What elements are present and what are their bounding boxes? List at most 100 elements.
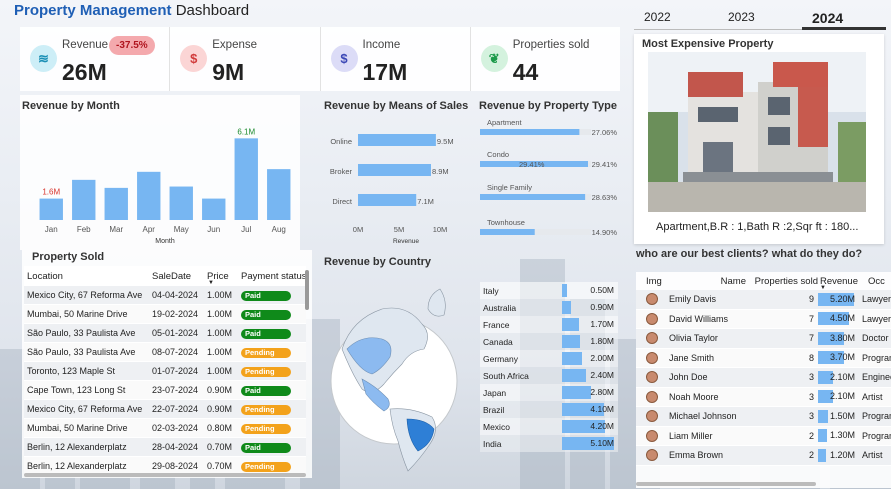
country-row[interactable]: India 5.10M — [480, 435, 618, 452]
cell-properties-sold: 2 — [808, 430, 814, 441]
cell-name: David Williams — [669, 313, 729, 324]
most-expensive-property-card[interactable]: Most Expensive Property Apartment,B.R : … — [634, 34, 884, 244]
year-2022-button[interactable]: 2022 — [634, 8, 718, 30]
means-category-label: Online — [330, 137, 352, 146]
table-row[interactable]: Michael Johnson 3 1.50M Programmer — [636, 407, 891, 427]
cell-payment-status: Paid — [241, 385, 305, 396]
country-row[interactable]: Canada 1.80M — [480, 333, 618, 350]
expense-icon: $ — [180, 45, 208, 72]
country-row[interactable]: Japan 2.80M — [480, 384, 618, 401]
cell-img — [636, 429, 669, 442]
cell-payment-status: Pending — [241, 347, 305, 358]
table-row[interactable]: Cape Town, 123 Long St 23-07-2024 0.90M Pai… — [24, 381, 306, 400]
table-row[interactable]: Noah Moore 3 2.10M Artist — [636, 387, 891, 407]
table-row[interactable]: Mexico City, 67 Reforma Ave 04-04-2024 1.0… — [24, 286, 306, 305]
col-payment-status[interactable]: Payment status — [241, 271, 305, 282]
properties-icon: ❦ — [480, 45, 508, 72]
country-row[interactable]: Mexico 4.20M — [480, 418, 618, 435]
cell-revenue-label: 1.20M — [829, 449, 855, 460]
col-price[interactable]: Price ▼ — [207, 271, 241, 286]
revenue-databar — [818, 448, 827, 462]
col-occupation[interactable]: Occ — [858, 276, 891, 287]
month-bar — [104, 187, 128, 220]
country-bar — [562, 318, 580, 331]
avatar — [646, 410, 658, 423]
property-sold-title: Property Sold — [32, 251, 105, 263]
kpi-expense[interactable]: $ Expense 9M — [170, 27, 321, 91]
avatar — [646, 293, 658, 306]
kpi-properties-sold[interactable]: ❦ Properties sold 44 — [471, 27, 620, 91]
cell-revenue-label: 4.50M — [829, 313, 855, 324]
country-row[interactable]: Brazil 4.10M — [480, 401, 618, 418]
table-row[interactable]: Jane Smith 8 3.70M Programmer — [636, 348, 891, 368]
country-row[interactable]: South Africa 2.40M — [480, 367, 618, 384]
cell-location: Toronto, 123 Maple St — [27, 366, 116, 376]
property-sold-hscrollbar[interactable] — [24, 473, 306, 477]
status-badge: Pending — [241, 347, 291, 358]
status-badge: Pending — [241, 461, 291, 472]
cell-price: 1.00M — [207, 309, 233, 319]
type-category-label: Single Family — [487, 183, 532, 192]
country-bar-list: Italy 0.50M Australia 0.90M France 1.70M Canad… — [480, 282, 618, 452]
table-row[interactable]: Mexico City, 67 Reforma Ave 22-07-2024 0.9… — [24, 400, 306, 419]
month-data-label: 6.1M — [237, 127, 255, 136]
cell-properties-sold: 3 — [808, 411, 814, 422]
country-value-label: 4.20M — [590, 421, 614, 431]
means-data-label: 9.5M — [437, 137, 454, 146]
means-category-label: Direct — [332, 197, 353, 206]
month-tick-label: Apr — [143, 225, 156, 234]
type-data-label: 14.90% — [592, 228, 618, 237]
col-name[interactable]: Name — [669, 276, 746, 287]
month-tick-label: May — [174, 225, 189, 234]
col-properties-sold[interactable]: Properties sold — [746, 276, 818, 287]
cell-location: São Paulo, 33 Paulista Ave — [27, 328, 136, 338]
kpi-revenue[interactable]: ≋ Revenue -37.5% 26M — [20, 27, 171, 91]
table-row[interactable]: David Williams 7 4.50M Lawyer — [636, 309, 891, 329]
table-row[interactable]: São Paulo, 33 Paulista Ave 08-07-2024 1.00… — [24, 343, 306, 362]
col-revenue[interactable]: Revenue ▼ — [818, 276, 858, 291]
country-row[interactable]: Italy 0.50M — [480, 282, 618, 299]
country-row[interactable]: Australia 0.90M — [480, 299, 618, 316]
kpi-properties-label: Properties sold — [512, 39, 590, 51]
col-location[interactable]: Location — [24, 271, 152, 282]
country-row[interactable]: Germany 2.00M — [480, 350, 618, 367]
col-img[interactable]: Img — [636, 276, 669, 287]
kpi-expense-value: 9M — [212, 59, 245, 85]
table-row[interactable]: São Paulo, 33 Paulista Ave 05-01-2024 1.00… — [24, 324, 306, 343]
table-row[interactable]: Emily Davis 9 5.20M Lawyer — [636, 290, 891, 310]
globe-map — [330, 288, 458, 472]
table-row[interactable]: Emma Brown 2 1.20M Artist — [636, 446, 891, 466]
country-bar — [562, 335, 581, 348]
cell-properties-sold: 7 — [808, 333, 814, 344]
table-row[interactable]: Mumbai, 50 Marine Drive 02-03-2024 0.80M Pe… — [24, 419, 306, 438]
revenue-databar — [818, 409, 829, 423]
table-row[interactable]: Toronto, 123 Maple St 01-07-2024 1.00M Pend… — [24, 362, 306, 381]
type-category-label: Apartment — [487, 118, 523, 127]
country-bar-cell: 1.70M — [562, 316, 616, 333]
country-name: India — [483, 438, 502, 449]
country-value-label: 2.80M — [590, 387, 614, 397]
cell-payment-status: Paid — [241, 290, 305, 301]
property-sold-scrollbar[interactable] — [305, 270, 309, 310]
table-row[interactable]: Berlin, 12 Alexanderplatz 28-04-2024 0.70M… — [24, 438, 306, 457]
country-row[interactable]: France 1.70M — [480, 316, 618, 333]
table-row[interactable]: Liam Miller 2 1.30M Programmer — [636, 426, 891, 446]
best-clients-hscrollbar[interactable] — [636, 482, 816, 486]
year-2023-button[interactable]: 2023 — [718, 8, 802, 30]
status-badge: Paid — [241, 328, 291, 339]
country-bar-cell: 0.90M — [562, 299, 616, 316]
col-saledate[interactable]: SaleDate — [152, 271, 207, 282]
country-bar — [562, 284, 568, 297]
means-data-label: 7.1M — [417, 197, 434, 206]
table-row[interactable]: Mumbai, 50 Marine Drive 19-02-2024 1.00M Pa… — [24, 305, 306, 324]
table-row[interactable]: John Doe 3 2.10M Engineer — [636, 368, 891, 388]
country-value-label: 5.10M — [590, 438, 614, 448]
revenue-by-country-title: Revenue by Country — [324, 256, 431, 268]
year-2024-button[interactable]: 2024 — [802, 8, 886, 30]
month-tick-label: Jan — [45, 225, 58, 234]
cell-revenue: 5.20M — [818, 290, 858, 309]
kpi-income[interactable]: $ Income 17M — [321, 27, 471, 91]
table-row[interactable]: Olivia Taylor 7 3.80M Doctor — [636, 329, 891, 349]
country-bar-cell: 5.10M — [562, 435, 616, 452]
country-name: Brazil — [483, 404, 505, 415]
